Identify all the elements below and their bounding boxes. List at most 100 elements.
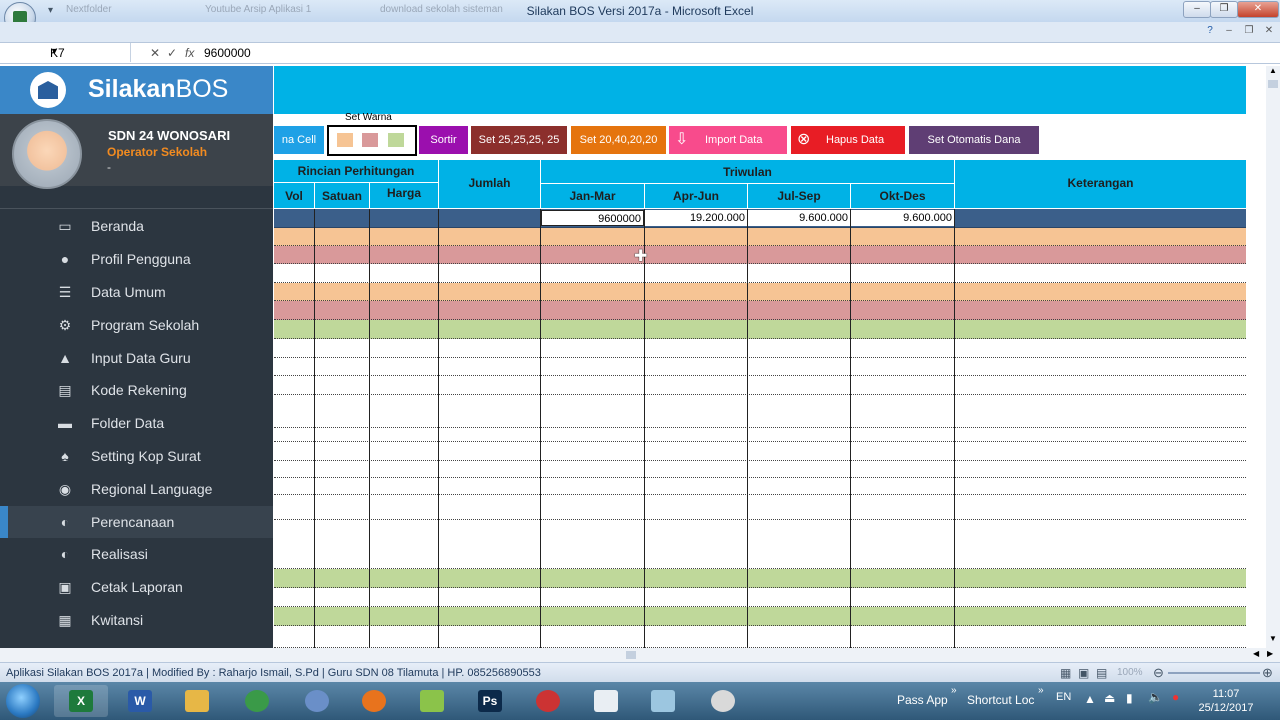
help-icon[interactable]: ? bbox=[1203, 25, 1217, 39]
chevron-icon[interactable]: » bbox=[951, 685, 957, 696]
sidebar-item-profil-pengguna[interactable]: ● Profil Pengguna bbox=[0, 243, 273, 275]
sidebar-item-realisasi[interactable]: ◐ Realisasi bbox=[0, 538, 273, 570]
table-row[interactable] bbox=[274, 264, 1246, 283]
folder-icon: ▬ bbox=[58, 415, 72, 431]
sidebar-item-cetak-laporan[interactable]: ▣ Cetak Laporan bbox=[0, 571, 273, 603]
taskbar-app-green[interactable] bbox=[405, 685, 459, 717]
clock[interactable]: 11:07 25/12/2017 bbox=[1196, 687, 1256, 715]
set-otomatis-dana-button[interactable]: Set Otomatis Dana bbox=[909, 126, 1039, 154]
scroll-down-icon[interactable]: ▼ bbox=[1268, 634, 1278, 646]
warna-cell-button[interactable]: na Cell bbox=[274, 126, 324, 154]
table-row[interactable] bbox=[274, 588, 1246, 607]
tray-expand-icon[interactable]: ▲ bbox=[1084, 692, 1096, 706]
import-data-button[interactable]: ⇩ Import Data bbox=[669, 126, 787, 154]
table-row[interactable] bbox=[274, 376, 1246, 395]
set-25-button[interactable]: Set 25,25,25, 25 bbox=[471, 126, 567, 154]
page-break-icon[interactable]: ▤ bbox=[1096, 666, 1107, 680]
taskbar-photoshop[interactable]: Ps bbox=[463, 685, 517, 717]
workbook-restore-icon[interactable]: ❐ bbox=[1242, 25, 1256, 39]
table-row[interactable] bbox=[274, 358, 1246, 376]
table-row[interactable] bbox=[274, 520, 1246, 569]
taskbar-firefox[interactable] bbox=[347, 685, 401, 717]
sidebar-item-input-data-guru[interactable]: ▲ Input Data Guru bbox=[0, 342, 273, 374]
taskbar-excel[interactable]: X bbox=[54, 685, 108, 717]
sidebar-item-perencanaan[interactable]: ◐ Perencanaan bbox=[0, 506, 273, 538]
swatch-green[interactable] bbox=[388, 133, 404, 147]
vertical-scrollbar[interactable]: ▲ ▼ bbox=[1266, 66, 1280, 648]
taskbar-word[interactable]: W bbox=[113, 685, 167, 717]
taskbar-app-glass[interactable] bbox=[636, 685, 690, 717]
restore-button[interactable]: ❐ bbox=[1210, 1, 1238, 18]
usb-icon[interactable]: ⏏ bbox=[1104, 691, 1115, 705]
taskbar-chrome-3[interactable] bbox=[521, 685, 575, 717]
data-grid[interactable]: 9600000 19.200.000 9.600.000 9.600.000 ✚ bbox=[274, 209, 1246, 648]
table-row[interactable] bbox=[274, 626, 1246, 648]
antivirus-icon[interactable]: ● bbox=[1172, 690, 1179, 704]
sidebar-item-kwitansi[interactable]: ▦ Kwitansi bbox=[0, 604, 273, 636]
cell-jan-mar[interactable]: 9600000 bbox=[541, 210, 644, 226]
cell-jul-sep[interactable]: 9.600.000 bbox=[748, 210, 850, 226]
sortir-button[interactable]: Sortir bbox=[419, 126, 468, 154]
chevron-icon[interactable]: » bbox=[1038, 685, 1044, 696]
table-row[interactable] bbox=[274, 478, 1246, 495]
table-row[interactable] bbox=[274, 320, 1246, 339]
close-window-button[interactable]: ✕ bbox=[1237, 1, 1279, 18]
horizontal-scrollbar[interactable]: ◀ ▶ bbox=[0, 648, 1280, 662]
taskbar-chrome-2[interactable] bbox=[290, 685, 344, 717]
zoom-in-icon[interactable]: ⊕ bbox=[1262, 665, 1273, 681]
scroll-thumb[interactable] bbox=[1268, 80, 1278, 88]
chevron-down-icon[interactable]: ▼ bbox=[50, 46, 126, 56]
table-row[interactable] bbox=[274, 461, 1246, 478]
minimize-button[interactable]: ‒ bbox=[1183, 1, 1211, 18]
sidebar-item-folder-data[interactable]: ▬ Folder Data bbox=[0, 407, 273, 439]
network-icon[interactable]: ▮ bbox=[1126, 691, 1133, 705]
zoom-out-icon[interactable]: ⊖ bbox=[1153, 665, 1164, 681]
split-handle[interactable] bbox=[626, 651, 636, 659]
table-row[interactable] bbox=[274, 607, 1246, 626]
table-row[interactable] bbox=[274, 428, 1246, 442]
sidebar-item-regional-language[interactable]: ◉ Regional Language bbox=[0, 473, 273, 505]
sidebar-item-data-umum[interactable]: ☰ Data Umum bbox=[0, 276, 273, 308]
table-row[interactable] bbox=[274, 246, 1246, 264]
hapus-data-button[interactable]: ⊗ Hapus Data bbox=[791, 126, 905, 154]
insert-function-icon[interactable]: fx bbox=[185, 46, 194, 60]
workbook-close-icon[interactable]: ✕ bbox=[1262, 25, 1276, 39]
sidebar-item-kode-rekening[interactable]: ▤ Kode Rekening bbox=[0, 374, 273, 406]
swatch-orange[interactable] bbox=[337, 133, 353, 147]
cell-okt-des[interactable]: 9.600.000 bbox=[851, 210, 954, 226]
table-row[interactable] bbox=[274, 395, 1246, 428]
shortcut-loc-toolbar[interactable]: Shortcut Loc bbox=[967, 693, 1034, 707]
taskbar-app-window[interactable] bbox=[579, 685, 633, 717]
zoom-slider[interactable] bbox=[1168, 672, 1260, 674]
table-row[interactable] bbox=[274, 301, 1246, 320]
swatch-pink[interactable] bbox=[362, 133, 378, 147]
table-row[interactable] bbox=[274, 283, 1246, 301]
cancel-icon[interactable]: ✕ bbox=[150, 46, 160, 60]
name-box[interactable]: K7 ▼ bbox=[0, 43, 131, 62]
table-row[interactable] bbox=[274, 228, 1246, 246]
volume-icon[interactable]: 🔈 bbox=[1148, 690, 1163, 704]
formula-input[interactable]: 9600000 bbox=[204, 46, 251, 60]
workbook-minimize-icon[interactable]: ‒ bbox=[1222, 25, 1236, 39]
taskbar-app-red[interactable] bbox=[696, 685, 750, 717]
sidebar-item-program-sekolah[interactable]: ⚙ Program Sekolah bbox=[0, 309, 273, 341]
enter-check-icon[interactable]: ✓ bbox=[167, 46, 177, 60]
scroll-up-icon[interactable]: ▲ bbox=[1268, 66, 1278, 78]
language-indicator[interactable]: EN bbox=[1056, 691, 1071, 703]
normal-view-icon[interactable]: ▦ bbox=[1060, 666, 1071, 680]
sidebar-item-beranda[interactable]: ▭ Beranda bbox=[0, 210, 273, 242]
table-row[interactable] bbox=[274, 442, 1246, 461]
start-button[interactable] bbox=[6, 684, 40, 718]
set-20-40-button[interactable]: Set 20,40,20,20 bbox=[571, 126, 666, 154]
taskbar-chrome[interactable] bbox=[230, 685, 284, 717]
taskbar-explorer[interactable] bbox=[170, 685, 224, 717]
table-row[interactable] bbox=[274, 569, 1246, 588]
table-row[interactable] bbox=[274, 495, 1246, 520]
table-row[interactable] bbox=[274, 339, 1246, 358]
pass-app-toolbar[interactable]: Pass App bbox=[897, 693, 948, 707]
scroll-left-icon[interactable]: ◀ bbox=[1253, 649, 1259, 658]
sidebar-item-setting-kop-surat[interactable]: ♠ Setting Kop Surat bbox=[0, 440, 273, 472]
scroll-right-icon[interactable]: ▶ bbox=[1267, 649, 1273, 658]
page-layout-icon[interactable]: ▣ bbox=[1078, 666, 1089, 680]
cell-apr-jun[interactable]: 19.200.000 bbox=[645, 210, 747, 226]
